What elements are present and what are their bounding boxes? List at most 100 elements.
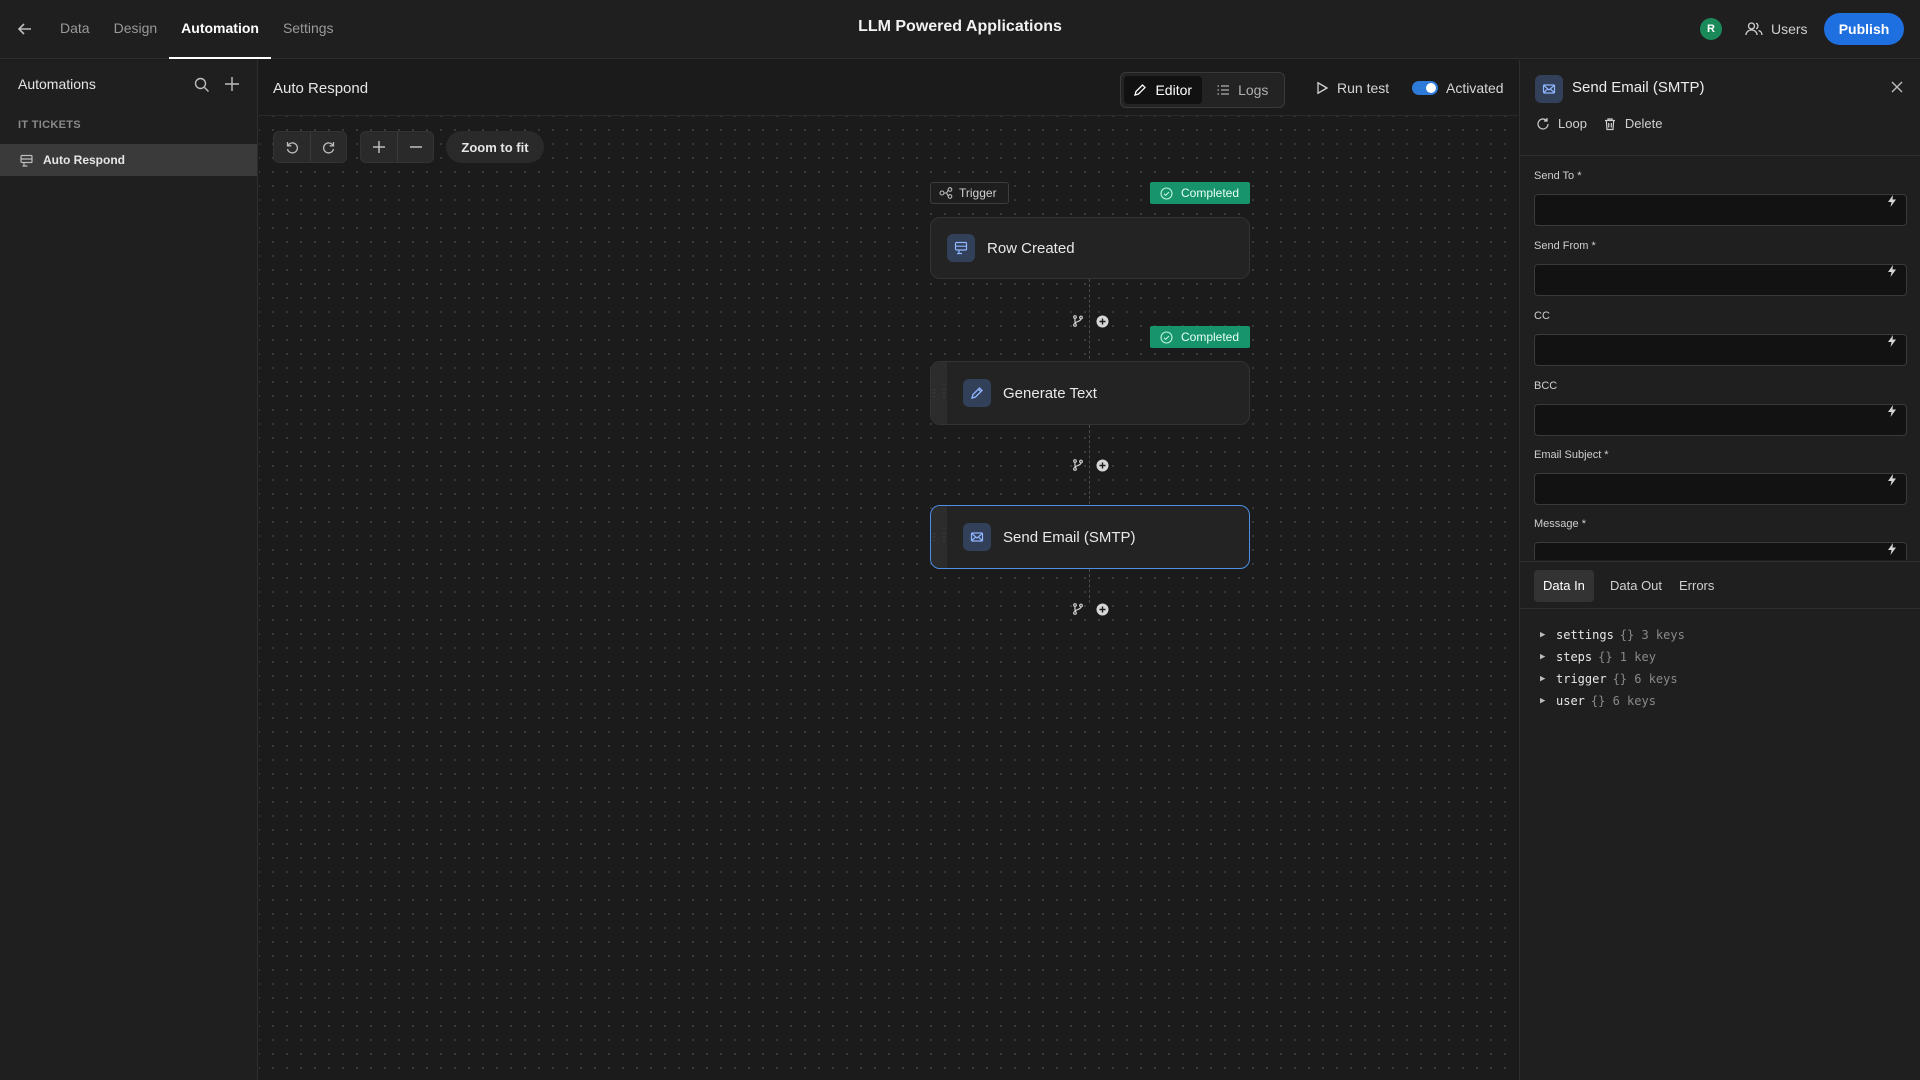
delete-label: Delete — [1624, 116, 1663, 131]
bolt-icon[interactable] — [1885, 264, 1899, 278]
flow-connector — [1089, 569, 1090, 603]
canvas-header: Auto Respond Editor Logs Run test Activa… — [259, 60, 1518, 116]
loop-button[interactable]: Loop — [1536, 116, 1587, 131]
panel-actions: Loop Delete — [1536, 116, 1663, 131]
avatar[interactable]: R — [1700, 18, 1722, 40]
automations-sidebar: Automations IT TICKETS Auto Respond — [0, 60, 258, 1080]
delete-button[interactable]: Delete — [1603, 116, 1663, 131]
bolt-icon[interactable] — [1885, 334, 1899, 348]
email-subject-field-group: Email Subject * — [1534, 449, 1907, 505]
search-icon[interactable] — [193, 76, 211, 94]
tree-meta: {} 1 key — [1598, 650, 1656, 664]
add-step-icon[interactable] — [1095, 314, 1109, 328]
redo-icon[interactable] — [310, 132, 346, 162]
logs-tab[interactable]: Logs — [1204, 76, 1282, 104]
users-button[interactable]: Users — [1745, 16, 1808, 42]
completed-label: Completed — [1181, 330, 1240, 344]
run-test-button[interactable]: Run test — [1315, 80, 1389, 96]
table-icon — [947, 234, 975, 262]
node-row-created[interactable]: Row Created — [930, 217, 1250, 279]
step-fields: Send To * Send From * CC BCC Email Subje… — [1534, 170, 1907, 560]
tab-data-out[interactable]: Data Out — [1601, 570, 1671, 602]
add-step-icon[interactable] — [1095, 602, 1109, 616]
users-icon — [1745, 21, 1763, 37]
drag-handle-icon[interactable]: ⋮⋮ — [929, 506, 949, 568]
divider — [1520, 155, 1920, 156]
mail-icon — [963, 523, 991, 551]
branch-icon[interactable] — [1071, 458, 1085, 472]
field-label: BCC — [1534, 380, 1558, 392]
completed-badge: Completed — [1150, 182, 1250, 204]
pencil-icon — [1133, 83, 1147, 97]
tab-settings[interactable]: Settings — [271, 0, 346, 59]
list-icon — [1216, 83, 1230, 97]
bcc-input[interactable] — [1534, 404, 1907, 436]
bolt-icon[interactable] — [1885, 542, 1899, 556]
send-from-input[interactable] — [1534, 264, 1907, 296]
zoom-out-icon[interactable] — [397, 132, 433, 162]
completed-badge: Completed — [1150, 326, 1250, 348]
automation-name: Auto Respond — [273, 80, 369, 97]
activated-toggle-group: Activated — [1412, 80, 1504, 96]
publish-button[interactable]: Publish — [1824, 13, 1904, 45]
loop-icon — [1536, 117, 1550, 131]
drag-handle-icon[interactable]: ⋮⋮ — [929, 362, 949, 424]
zoom-to-fit-button[interactable]: Zoom to fit — [446, 131, 544, 163]
tree-row[interactable]: ▶ trigger {} 6 keys — [1540, 668, 1685, 690]
add-automation-icon[interactable] — [222, 74, 242, 94]
tab-design[interactable]: Design — [102, 0, 170, 59]
field-label: CC — [1534, 310, 1550, 322]
logs-label: Logs — [1238, 82, 1269, 98]
top-bar: Data Design Automation Settings LLM Powe… — [0, 0, 1920, 59]
bolt-icon[interactable] — [1885, 473, 1899, 487]
caret-right-icon: ▶ — [1540, 696, 1546, 706]
zoom-in-icon[interactable] — [361, 132, 397, 162]
send-to-field-group: Send To * — [1534, 170, 1907, 226]
data-tabs: Data In Data Out Errors — [1520, 561, 1920, 609]
editor-tab[interactable]: Editor — [1124, 76, 1202, 104]
check-circle-icon — [1160, 186, 1173, 200]
back-arrow-icon[interactable] — [14, 18, 36, 40]
activated-toggle[interactable] — [1412, 81, 1438, 95]
automation-canvas[interactable]: Auto Respond Editor Logs Run test Activa… — [259, 60, 1518, 1080]
branch-icon[interactable] — [1071, 314, 1085, 328]
tab-data-in[interactable]: Data In — [1534, 570, 1594, 602]
tree-key: settings — [1556, 628, 1614, 642]
sidebar-title: Automations — [18, 76, 96, 92]
sidebar-item-label: Auto Respond — [43, 153, 125, 167]
add-step-icon[interactable] — [1095, 458, 1109, 472]
tree-row[interactable]: ▶ user {} 6 keys — [1540, 690, 1685, 712]
send-from-field-group: Send From * — [1534, 240, 1907, 296]
panel-title: Send Email (SMTP) — [1572, 79, 1705, 96]
sidebar-item-auto-respond[interactable]: Auto Respond — [0, 144, 257, 176]
bolt-icon[interactable] — [1885, 404, 1899, 418]
completed-label: Completed — [1181, 186, 1240, 200]
node-send-email[interactable]: ⋮⋮ Send Email (SMTP) — [929, 505, 1250, 569]
close-icon[interactable] — [1888, 78, 1906, 96]
branch-icon[interactable] — [1071, 602, 1085, 616]
tree-meta: {} 3 keys — [1619, 628, 1685, 642]
tab-data[interactable]: Data — [48, 0, 102, 59]
undo-icon[interactable] — [274, 132, 310, 162]
users-label: Users — [1771, 21, 1808, 37]
tab-automation[interactable]: Automation — [169, 0, 271, 59]
check-circle-icon — [1160, 330, 1173, 344]
message-input[interactable] — [1534, 542, 1907, 560]
field-label: Send From * — [1534, 240, 1596, 252]
tree-key: steps — [1556, 650, 1593, 664]
run-test-label: Run test — [1337, 80, 1390, 96]
table-icon — [20, 154, 33, 167]
node-title: Row Created — [987, 239, 1075, 257]
tree-row[interactable]: ▶ settings {} 3 keys — [1540, 624, 1685, 646]
node-title: Generate Text — [1003, 384, 1097, 402]
node-generate-text[interactable]: ⋮⋮ Generate Text — [929, 361, 1250, 425]
email-subject-input[interactable] — [1534, 473, 1907, 505]
tree-row[interactable]: ▶ steps {} 1 key — [1540, 646, 1685, 668]
node-title: Send Email (SMTP) — [1003, 528, 1136, 546]
bolt-icon[interactable] — [1885, 194, 1899, 208]
send-to-input[interactable] — [1534, 194, 1907, 226]
message-field-group: Message * — [1534, 518, 1907, 560]
cc-input[interactable] — [1534, 334, 1907, 366]
tab-errors[interactable]: Errors — [1670, 570, 1723, 602]
caret-right-icon: ▶ — [1540, 674, 1546, 684]
